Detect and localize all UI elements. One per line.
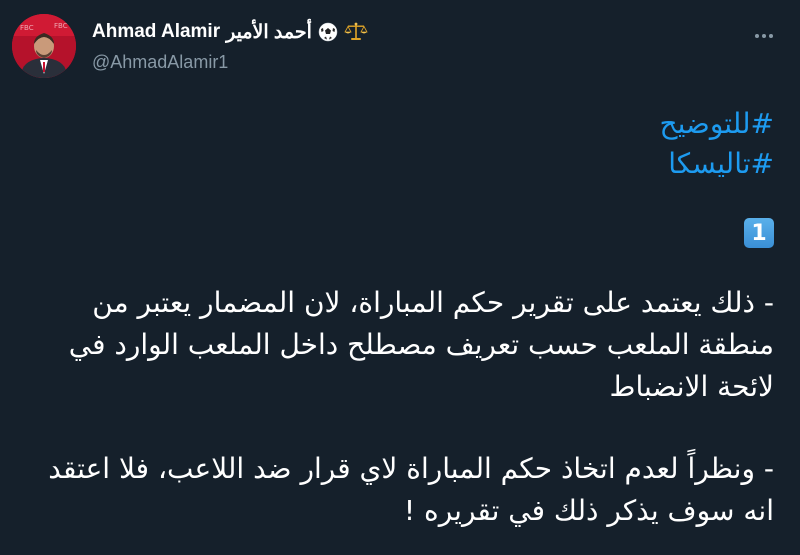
keycap-digit: 1 <box>751 220 767 246</box>
number-emoji: 1 <box>14 218 774 248</box>
author-name-row[interactable]: Ahmad Alamir أحمد الأمير <box>92 18 368 46</box>
more-dot <box>755 34 759 38</box>
author-display-name[interactable]: Ahmad Alamir <box>92 21 220 43</box>
svg-text:FBC: FBC <box>54 22 68 30</box>
soccer-ball-icon <box>318 22 338 42</box>
tweet-card: FBC FBC Ahmad Alamir أحمد الأمير @AhmadA… <box>0 0 800 555</box>
author-header: Ahmad Alamir أحمد الأمير @AhmadAlamir1 <box>92 18 368 73</box>
keycap-one-icon: 1 <box>744 218 774 248</box>
more-dot <box>769 34 773 38</box>
author-arabic-name[interactable]: أحمد الأمير <box>226 21 312 44</box>
more-options-button[interactable] <box>750 26 778 46</box>
tweet-paragraph: - ذلك يعتمد على تقرير حكم المباراة، لان … <box>68 286 774 403</box>
balance-scale-icon <box>344 22 368 42</box>
hashtag-link[interactable]: #تاليسكا <box>14 144 774 184</box>
hashtag-link[interactable]: #للتوضيح <box>14 104 774 144</box>
avatar-photo: FBC FBC <box>12 14 76 78</box>
author-handle[interactable]: @AhmadAlamir1 <box>92 52 368 73</box>
tweet-text: #للتوضيح #تاليسكا 1 - ذلك يعتمد على تقري… <box>14 104 774 532</box>
svg-text:FBC: FBC <box>20 24 34 32</box>
tweet-paragraph: - ونظراً لعدم اتخاذ حكم المباراة لاي قرا… <box>48 452 774 527</box>
avatar[interactable]: FBC FBC <box>12 14 76 78</box>
more-dot <box>762 34 766 38</box>
